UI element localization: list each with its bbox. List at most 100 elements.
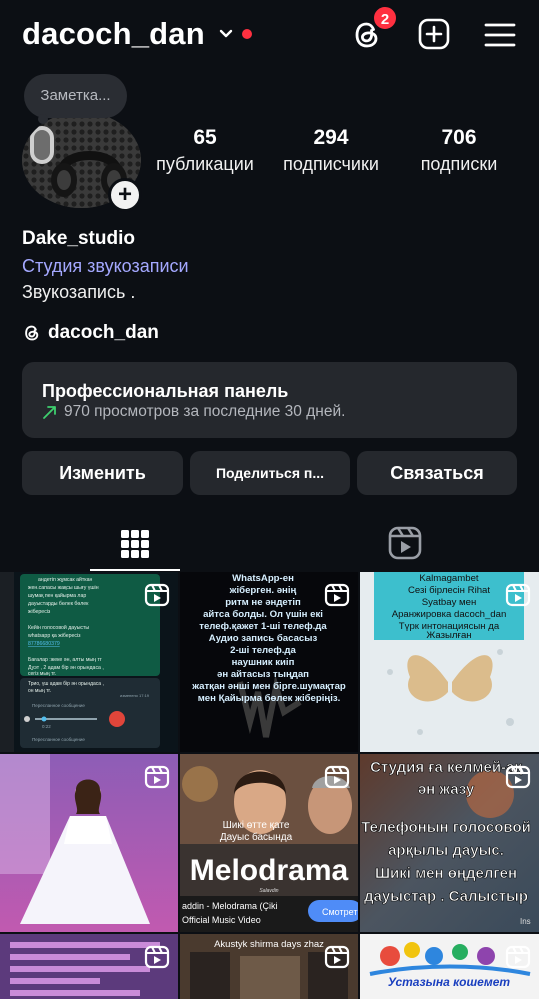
note-bubble[interactable]: Заметка... xyxy=(24,74,127,118)
note-bubble-tail xyxy=(38,114,48,124)
post-3-line-2: Сезі бірлесін Rihat xyxy=(408,585,490,596)
post-1-forwarded-2: Пересланное сообщение xyxy=(32,737,85,742)
reel-icon xyxy=(324,583,350,607)
reel-icon xyxy=(324,765,350,789)
post-tile[interactable] xyxy=(0,934,178,999)
post-6-line-1: Студия ға келмей-ақ xyxy=(370,759,522,776)
stat-followers[interactable]: 294 подписчики xyxy=(274,126,388,175)
reels-tab-icon xyxy=(388,526,422,560)
professional-dashboard-views: 970 просмотров за последние 30 дней. xyxy=(64,403,346,420)
post-tile[interactable]: Kalmagambet Сезі бірлесін Rihat Syatbay … xyxy=(360,572,539,752)
top-bar: dacoch_dan 2 xyxy=(0,0,539,70)
post-2-line-1: WhatsApp-ен xyxy=(232,573,294,584)
profile-category[interactable]: Студия звукозаписи xyxy=(22,256,189,277)
post-3-line-3: Syatbay мен xyxy=(422,597,477,608)
profile-name: Dake_studio xyxy=(22,228,135,249)
reel-icon xyxy=(505,945,531,969)
reel-icon xyxy=(505,583,531,607)
contact-button[interactable]: Связаться xyxy=(357,451,517,495)
post-5-title: Melodrama xyxy=(190,854,349,887)
post-6-line-4: арқылы дауыс. xyxy=(388,842,504,859)
reel-icon xyxy=(144,945,170,969)
post-6-line-5: Шикі мен өңделген xyxy=(375,865,517,882)
post-5-caption: addin - Melodrama (Çiki xyxy=(182,901,278,911)
post-1-line-11: сегіз мың тг. xyxy=(28,671,56,677)
chevron-down-icon[interactable] xyxy=(218,26,234,42)
post-1-line-12: Трио, үш адам бір ән орындаса , xyxy=(28,681,104,687)
professional-dashboard-summary: 970 просмотров за последние 30 дней. xyxy=(42,403,345,421)
post-3-line-6: Жазылған xyxy=(426,630,471,641)
post-3-line-1: Kalmagambet xyxy=(419,573,479,584)
menu-icon[interactable] xyxy=(484,20,516,50)
post-5-caption-2: Official Music Video xyxy=(182,915,261,925)
tab-reels[interactable] xyxy=(360,522,450,570)
professional-dashboard[interactable]: Профессиональная панель 970 просмотров з… xyxy=(22,362,517,438)
post-tile[interactable]: андетіп жұмсак айткан жен.сапасы жақсы ш… xyxy=(0,572,178,752)
post-1-forwarded-1: Пересланное сообщение xyxy=(32,703,85,708)
post-2-line-10: жатқан әнші мен бірге.шумақтар xyxy=(191,681,346,692)
post-5-watch-button: Смотрет xyxy=(322,907,357,917)
post-2-line-4: айтса болды. Ол үшін екі xyxy=(203,609,323,620)
stat-posts-value: 65 xyxy=(193,126,217,149)
post-5-line-2: Дауыс басында xyxy=(220,831,293,843)
post-1-duration: 0:22 xyxy=(42,724,51,729)
reel-icon xyxy=(144,765,170,789)
post-3-line-4: Аранжировка dacoch_dan xyxy=(392,609,507,620)
professional-dashboard-title: Профессиональная панель xyxy=(42,381,289,401)
tab-posts-grid[interactable] xyxy=(90,522,180,570)
share-profile-button[interactable]: Поделиться п... xyxy=(190,451,350,495)
reel-icon xyxy=(505,765,531,789)
stat-posts[interactable]: 65 публикации xyxy=(148,126,262,175)
post-tile[interactable]: Akustyk shirma days zhaz xyxy=(180,934,358,999)
post-1-line-2: жен.сапасы жақсы шығу үшін xyxy=(28,585,99,591)
post-9-line-1: Устазына кошемет xyxy=(388,975,510,989)
post-6-line-2: ән жазу xyxy=(418,781,475,798)
post-2-line-6: Аудио запись басасыз xyxy=(209,633,318,644)
stat-following-value: 706 xyxy=(441,126,477,149)
stat-posts-label: публикации xyxy=(156,154,254,174)
threads-small-icon xyxy=(25,325,39,341)
post-1-line-5: жібересіз xyxy=(28,609,51,615)
post-tile[interactable]: Устазына кошемет xyxy=(360,934,539,999)
post-2-line-3: ритм не әндетіп xyxy=(225,597,301,608)
post-tile[interactable] xyxy=(0,754,178,932)
stat-following[interactable]: 706 подписки xyxy=(412,126,506,175)
profile-bio: Звукозапись . xyxy=(22,282,136,302)
create-post-icon[interactable] xyxy=(417,17,451,51)
threads-profile-link[interactable]: dacoch_dan xyxy=(22,321,159,345)
post-6-line-6: дауыстар . Салыстыр xyxy=(364,888,528,905)
post-5-artist: Salavdin xyxy=(259,888,278,894)
threads-handle: dacoch_dan xyxy=(48,322,159,343)
post-tile[interactable]: WhatsApp-ен жіберген. әнің ритм не әндет… xyxy=(180,572,358,752)
post-1-line-1: андетіп жұмсак айткан xyxy=(38,576,93,583)
active-tab-indicator xyxy=(90,569,180,571)
post-1-line-3: шумақ пен қайырма лар xyxy=(28,592,86,599)
post-6-line-3: Телефонын голосовой xyxy=(361,819,531,836)
post-1-edited: изменено 17:19 xyxy=(120,693,150,698)
post-1-line-13: он мың тг. xyxy=(28,688,51,694)
post-2-line-2: жіберген. әнің xyxy=(229,585,297,596)
post-tile[interactable]: Шикі өтте қате Дауыс басында Melodrama S… xyxy=(180,754,358,932)
username-switcher[interactable]: dacoch_dan xyxy=(22,16,205,52)
post-1-line-4: дауыстарды бөлек бөлек xyxy=(28,601,89,607)
grid-icon xyxy=(121,530,149,558)
reel-icon xyxy=(324,945,350,969)
account-alert-dot xyxy=(242,29,252,39)
post-tile[interactable]: Студия ға келмей-ақ ән жазу Телефонын го… xyxy=(360,754,539,932)
notification-badge: 2 xyxy=(372,5,398,31)
edit-profile-button[interactable]: Изменить xyxy=(22,451,183,495)
post-1-line-6: Кейін голосовой дауысты xyxy=(28,624,89,631)
post-2-line-5: телеф.қажет 1-ші телеф.да xyxy=(199,621,327,632)
reel-icon xyxy=(144,583,170,607)
post-1-line-9: Бағалар :жеке ән, алты мың тг xyxy=(28,657,102,663)
post-1-line-7: whatsapp қа жібересіз xyxy=(28,633,81,639)
stat-followers-label: подписчики xyxy=(283,154,379,174)
post-2-line-7: 2-ші телеф.да xyxy=(230,645,296,656)
trend-up-icon xyxy=(43,406,56,419)
post-8-line-1: Akustyk shirma days zhaz xyxy=(214,939,324,950)
post-2-line-11: мен Қайырма бөлек жіберіңіз. xyxy=(198,693,341,704)
add-story-button[interactable]: + xyxy=(108,178,142,212)
post-2-line-9: ән айтасыз тыңдап xyxy=(217,669,309,680)
post-2-line-8: наушник киіп xyxy=(232,657,295,668)
stat-followers-value: 294 xyxy=(313,126,349,149)
